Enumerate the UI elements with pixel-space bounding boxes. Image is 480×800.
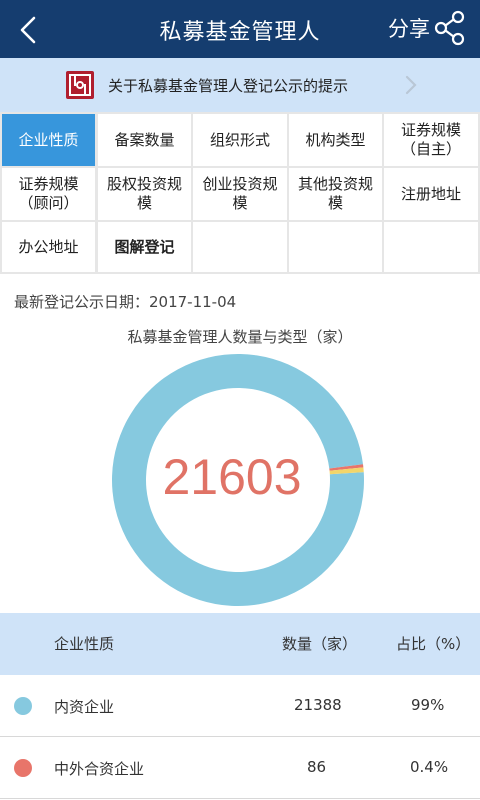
row-name: 中外合资企业 <box>54 760 145 778</box>
row-count: 86 <box>307 758 327 776</box>
top-bar: 私募基金管理人 分享 <box>0 0 480 58</box>
legend-dot <box>14 759 32 777</box>
chart-title: 私募基金管理人数量与类型（家） <box>127 328 353 346</box>
tab-empty-cell <box>384 222 478 272</box>
column-header-ratio: 占比（%） <box>396 635 471 653</box>
tab-registered-address[interactable]: 注册地址 <box>384 168 478 220</box>
donut-chart: 21603 <box>112 354 365 607</box>
tab-venture-investment-scale[interactable]: 创业投资规模 <box>193 168 287 220</box>
tab-equity-investment-scale[interactable]: 股权投资规模 <box>98 168 191 220</box>
share-label: 分享 <box>388 17 430 41</box>
column-header-nature: 企业性质 <box>54 635 115 653</box>
tab-empty-cell <box>193 222 287 272</box>
tab-enterprise-nature[interactable]: 企业性质 <box>2 114 95 166</box>
publish-date: 最新登记公示日期：2017-11-04 <box>14 293 237 311</box>
tab-organization-form[interactable]: 组织形式 <box>193 114 287 166</box>
legend-dot <box>14 697 32 715</box>
tab-securities-scale-self[interactable]: 证券规模（自主） <box>384 114 478 166</box>
total-count-label: 21603 <box>162 449 301 505</box>
category-tab-grid: 企业性质 备案数量 组织形式 机构类型 证券规模（自主） 证券规模（顾问） 股权… <box>0 112 480 274</box>
tab-institution-type[interactable]: 机构类型 <box>289 114 382 166</box>
row-ratio: 99% <box>411 696 445 714</box>
row-ratio: 0.4% <box>410 758 449 776</box>
share-button[interactable]: 分享 <box>388 8 466 48</box>
tab-other-investment-scale[interactable]: 其他投资规模 <box>289 168 382 220</box>
chevron-right-icon <box>405 75 417 95</box>
notice-banner[interactable]: 关于私募基金管理人登记公示的提示 <box>0 58 480 112</box>
tab-filing-count[interactable]: 备案数量 <box>98 114 191 166</box>
row-name: 内资企业 <box>54 698 115 716</box>
tab-securities-scale-advisor[interactable]: 证券规模（顾问） <box>2 168 95 220</box>
tab-empty-cell <box>289 222 382 272</box>
share-icon <box>434 10 465 46</box>
tab-graphic-registration[interactable]: 图解登记 <box>98 222 191 272</box>
notice-text: 关于私募基金管理人登记公示的提示 <box>108 76 349 95</box>
table-row: 中外合资企业 86 0.4% <box>0 737 480 799</box>
tab-office-address[interactable]: 办公地址 <box>2 222 95 272</box>
column-header-count: 数量（家） <box>282 635 358 653</box>
table-row: 内资企业 21388 99% <box>0 675 480 737</box>
row-count: 21388 <box>294 696 342 714</box>
amac-logo-icon <box>66 71 94 99</box>
table-header: 企业性质 数量（家） 占比（%） <box>0 613 480 675</box>
